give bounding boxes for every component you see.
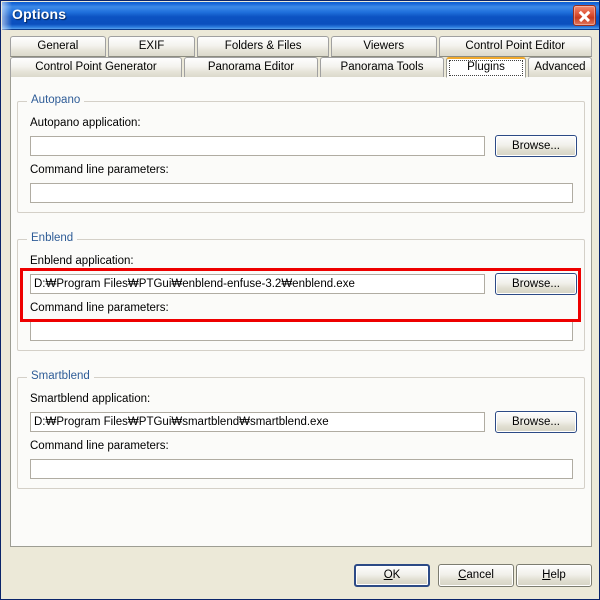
tab-strip: General EXIF Folders & Files Viewers Control… (10, 36, 593, 78)
smartblend-application-input[interactable] (30, 412, 485, 432)
tab-label: Folders & Files (224, 40, 302, 52)
tab-row-2: Control Point Generator Panorama Editor Pa… (10, 57, 592, 78)
tab-label: General (37, 40, 79, 52)
enblend-params-input[interactable] (30, 321, 573, 341)
autopano-group: Autopano Autopano application: Browse...… (17, 94, 585, 213)
smartblend-application-label: Smartblend application: (30, 393, 151, 405)
ok-button-label-rest: K (392, 569, 401, 581)
tab-viewers[interactable]: Viewers (330, 36, 437, 57)
autopano-group-title: Autopano (27, 94, 85, 106)
smartblend-group: Smartblend Smartblend application: Brows… (17, 370, 585, 489)
tab-label: Control Point Editor (465, 40, 566, 52)
help-button-label-rest: elp (550, 569, 566, 581)
title-bar[interactable]: Options (2, 2, 599, 30)
close-icon[interactable] (573, 5, 596, 26)
tab-label: Viewers (363, 40, 405, 52)
tab-panorama-editor[interactable]: Panorama Editor (184, 57, 318, 78)
smartblend-group-title: Smartblend (27, 370, 94, 382)
smartblend-browse-button[interactable]: Browse... (495, 411, 577, 433)
tab-label: Panorama Editor (207, 61, 295, 73)
tab-label: Advanced (534, 61, 586, 73)
dialog-button-bar: OK Cancel Help (2, 552, 599, 599)
autopano-application-label: Autopano application: (30, 117, 141, 129)
tab-control-point-editor[interactable]: Control Point Editor (438, 36, 593, 57)
tab-folders-files[interactable]: Folders & Files (197, 36, 329, 57)
tab-general[interactable]: General (10, 36, 106, 57)
enblend-group-title: Enblend (27, 232, 78, 244)
ok-button-mnemonic: O (383, 569, 393, 581)
smartblend-params-label: Command line parameters: (30, 440, 169, 452)
autopano-browse-button[interactable]: Browse... (495, 135, 577, 157)
tab-label: Plugins (467, 61, 505, 73)
tab-exif[interactable]: EXIF (107, 36, 196, 57)
title-bar-gloss (2, 2, 12, 30)
dialog-client-area: General EXIF Folders & Files Viewers Control… (2, 30, 599, 599)
tab-control-point-generator[interactable]: Control Point Generator (10, 57, 182, 78)
help-button[interactable]: Help (516, 564, 592, 587)
tab-panorama-tools[interactable]: Panorama Tools (320, 57, 444, 78)
smartblend-params-input[interactable] (30, 459, 573, 479)
cancel-button[interactable]: Cancel (438, 564, 514, 587)
tab-label: Control Point Generator (35, 61, 157, 73)
tab-plugins[interactable]: Plugins (446, 57, 526, 78)
enblend-group: Enblend Enblend application: Browse... C… (17, 232, 585, 351)
enblend-application-label: Enblend application: (30, 255, 134, 267)
options-dialog-window: Options General EXIF Folders & Files Viewer… (0, 0, 600, 600)
cancel-button-label-rest: ancel (466, 569, 494, 581)
autopano-params-input[interactable] (30, 183, 573, 203)
tab-label: EXIF (138, 40, 165, 52)
enblend-application-input[interactable] (30, 274, 485, 294)
tab-row-1: General EXIF Folders & Files Viewers Control… (10, 36, 593, 57)
enblend-params-label: Command line parameters: (30, 302, 169, 314)
ok-button[interactable]: OK (354, 564, 430, 587)
window-title: Options (12, 6, 67, 22)
tab-advanced[interactable]: Advanced (528, 57, 592, 78)
enblend-browse-button[interactable]: Browse... (495, 273, 577, 295)
autopano-application-input[interactable] (30, 136, 485, 156)
plugins-tab-panel: Autopano Autopano application: Browse...… (10, 77, 592, 547)
autopano-params-label: Command line parameters: (30, 164, 169, 176)
tab-label: Panorama Tools (340, 61, 424, 73)
